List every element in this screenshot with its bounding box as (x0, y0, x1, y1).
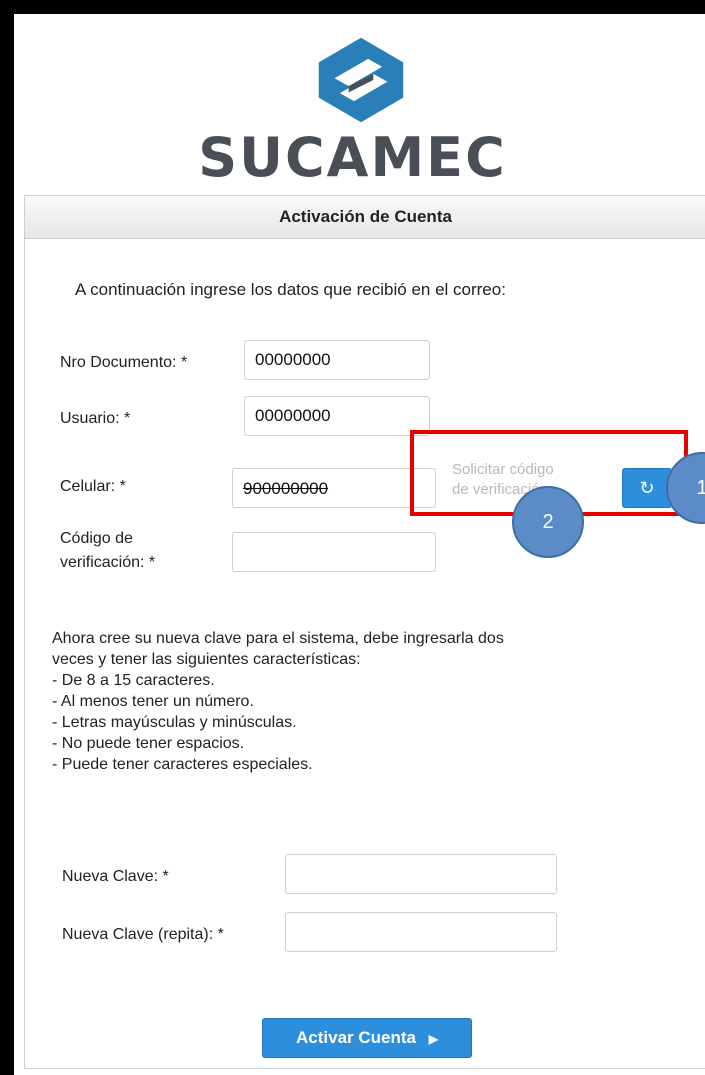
phone-input[interactable]: 900000000 (232, 468, 436, 508)
rule-item: - Al menos tener un número. (52, 693, 254, 710)
phone-label: Celular: * (60, 478, 126, 495)
chevron-right-icon: ▶ (428, 1032, 438, 1046)
rule-item: - Puede tener caracteres especiales. (52, 756, 313, 773)
document-input[interactable] (244, 340, 430, 380)
activate-account-button[interactable]: Activar Cuenta ▶ (262, 1018, 472, 1058)
user-input[interactable] (244, 396, 430, 436)
rules-line2: veces y tener las siguientes característ… (52, 651, 361, 668)
logo: SUCAMEC (0, 14, 705, 194)
user-label: Usuario: * (60, 410, 131, 427)
rule-item: - Letras mayúsculas y minúsculas. (52, 714, 297, 731)
rule-item: - De 8 a 15 caracteres. (52, 672, 215, 689)
annotation-badge-2: 2 (512, 486, 584, 558)
panel-title: Activación de Cuenta (25, 196, 705, 239)
brand-name: SUCAMEC (198, 126, 507, 189)
code-label-line1: Código de (60, 530, 133, 547)
password-rules: Ahora cree su nueva clave para el sistem… (52, 628, 504, 775)
activate-button-label: Activar Cuenta (296, 1028, 416, 1047)
code-label-line2: verificación: * (60, 554, 156, 571)
rule-item: - No puede tener espacios. (52, 735, 245, 752)
new-password-label: Nueva Clave: * (62, 868, 169, 885)
new-password-repeat-label: Nueva Clave (repita): * (62, 926, 224, 943)
new-password-repeat-input[interactable] (285, 912, 557, 952)
logo-mark-icon (318, 37, 404, 123)
new-password-input[interactable] (285, 854, 557, 894)
verification-code-input[interactable] (232, 532, 436, 572)
frame-top-border (0, 0, 705, 14)
rules-line1: Ahora cree su nueva clave para el sistem… (52, 630, 504, 647)
document-label: Nro Documento: * (60, 354, 188, 371)
intro-text: A continuación ingrese los datos que rec… (75, 280, 506, 299)
